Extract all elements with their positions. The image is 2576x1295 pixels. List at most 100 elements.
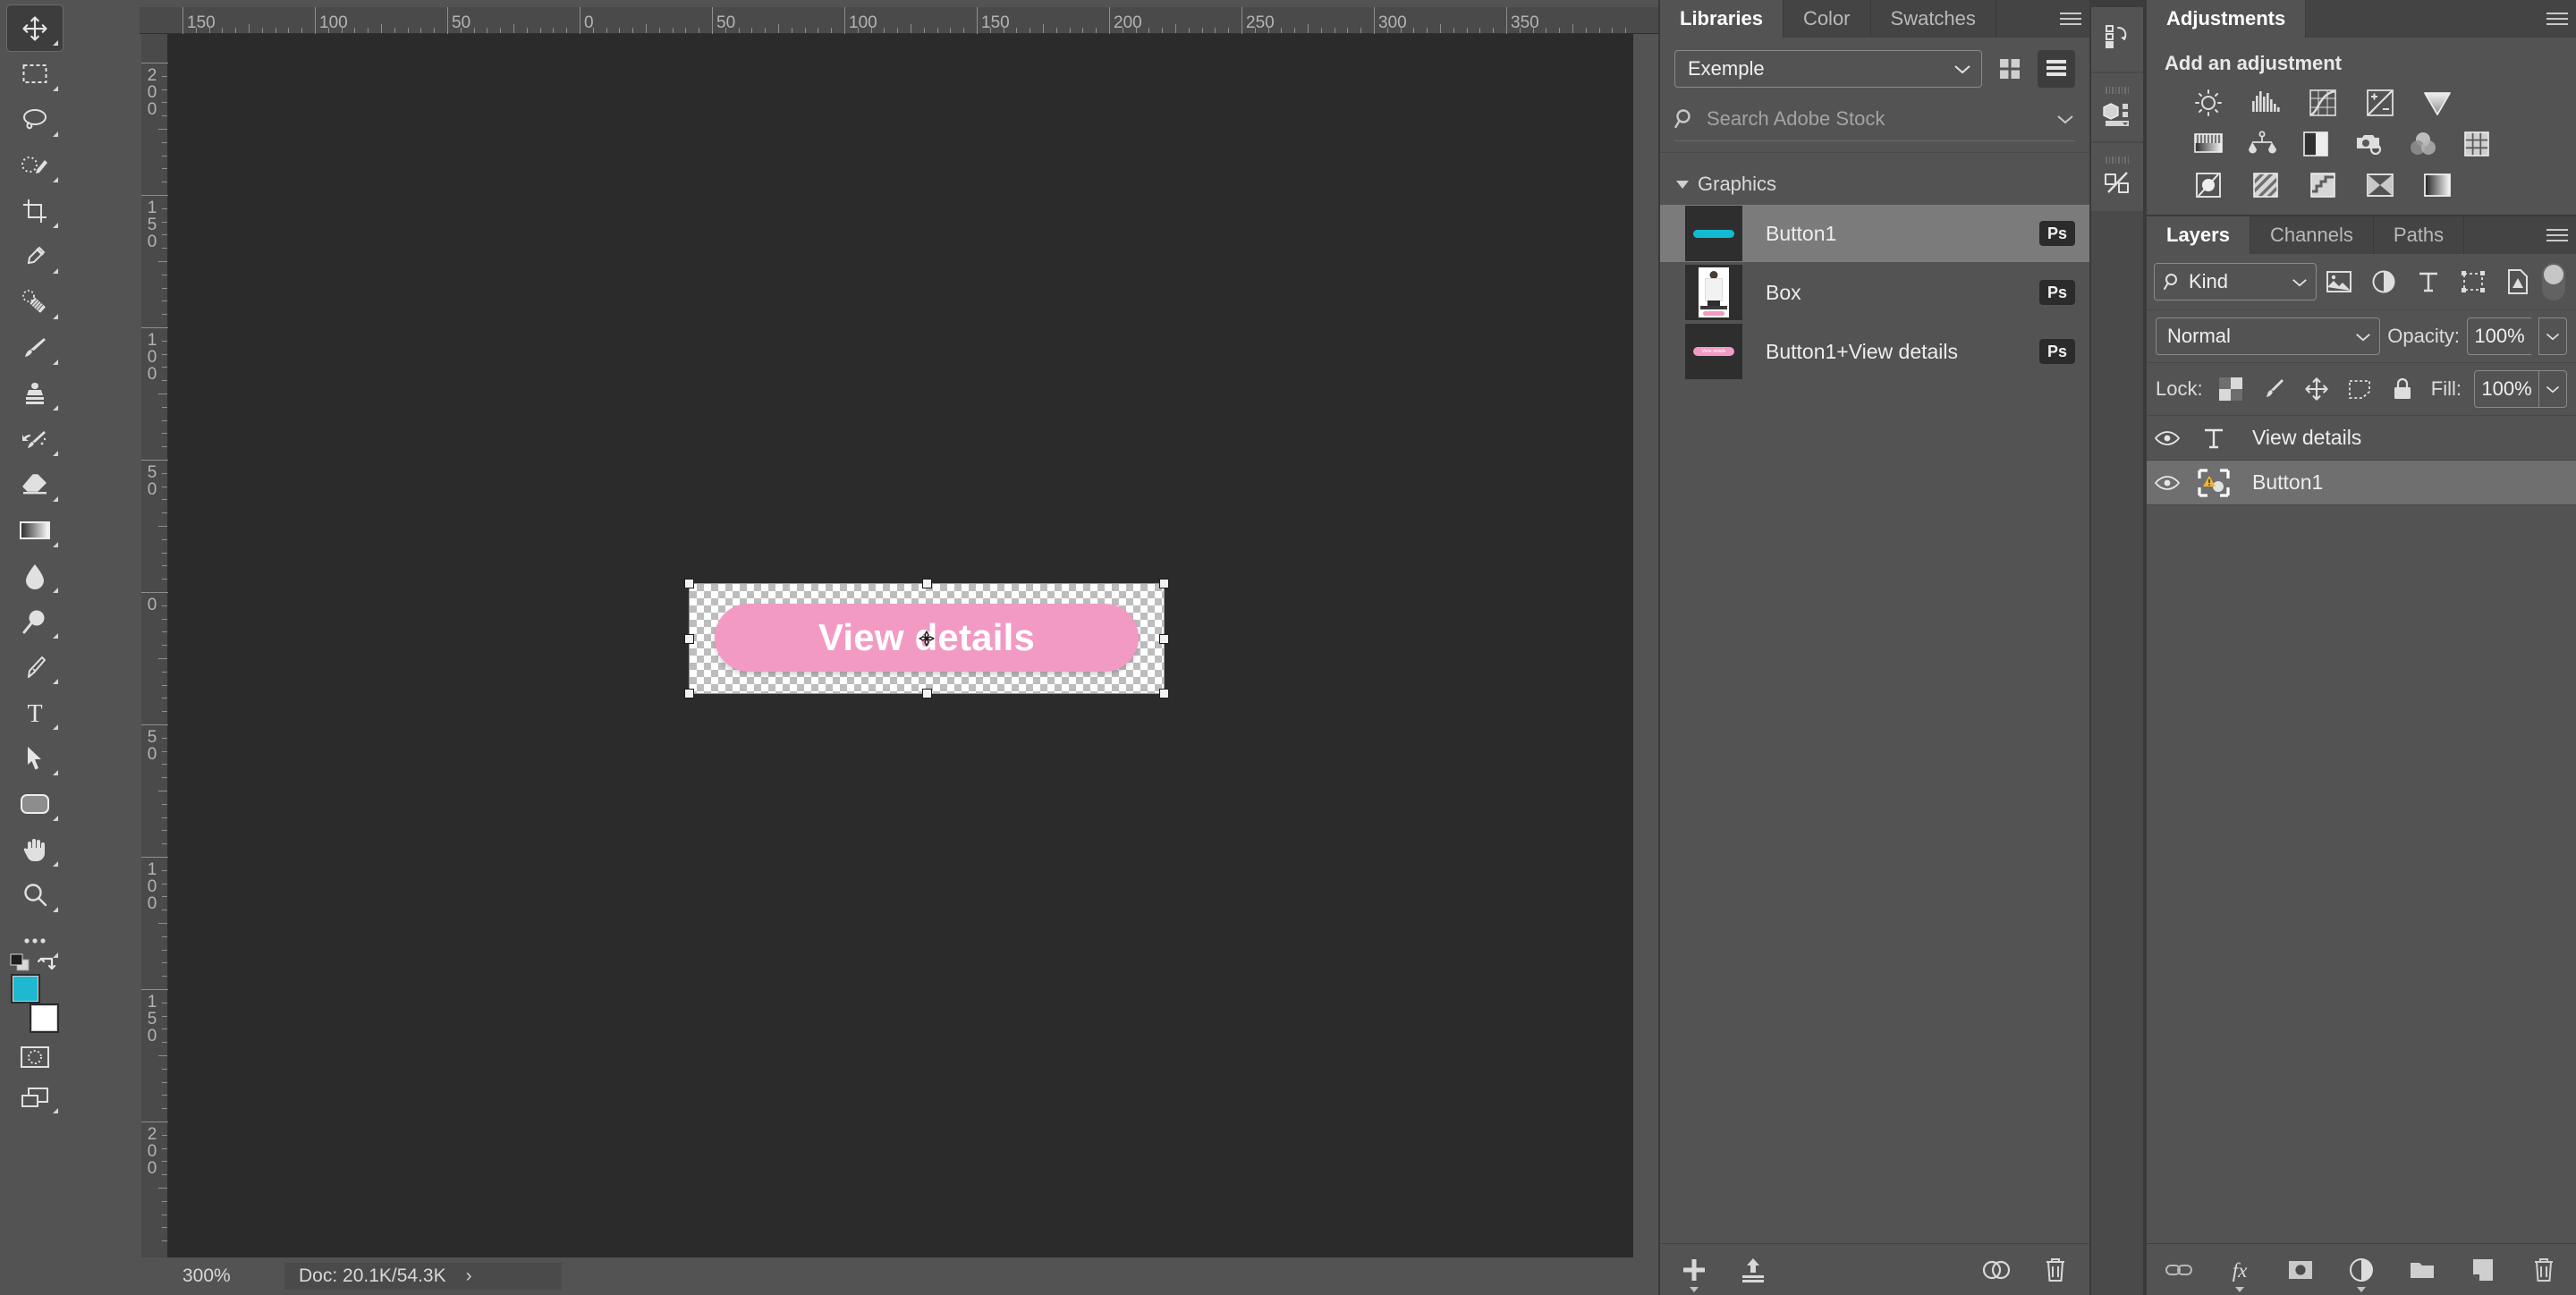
document-info-expand-icon[interactable]: › <box>466 1265 485 1287</box>
rail-item-history[interactable] <box>2091 4 2143 72</box>
invert-icon[interactable] <box>2191 168 2225 202</box>
channel-mixer-icon[interactable] <box>2406 127 2440 161</box>
tool-crop[interactable] <box>7 188 63 233</box>
tool-blur[interactable] <box>7 553 63 598</box>
opacity-stepper-button[interactable] <box>2538 317 2567 355</box>
group-graphics-header[interactable]: Graphics <box>1660 165 2089 203</box>
tab-layers[interactable]: Layers <box>2147 216 2250 254</box>
filter-smart-objects-icon[interactable] <box>2496 263 2540 300</box>
filter-pixel-layers-icon[interactable] <box>2317 263 2361 300</box>
tool-eraser[interactable] <box>7 461 63 507</box>
upload-to-library-button[interactable] <box>1737 1254 1769 1286</box>
handle-top-center[interactable] <box>921 579 932 588</box>
layer-filter-toggle[interactable] <box>2542 263 2565 300</box>
gradient-map-icon[interactable] <box>2420 168 2454 202</box>
zoom-level-field[interactable]: 300% <box>168 1257 284 1295</box>
lock-all-icon[interactable] <box>2387 374 2418 404</box>
grid-view-button[interactable] <box>1991 50 2029 88</box>
tool-brush[interactable] <box>7 325 63 370</box>
tool-rectangular-marquee[interactable] <box>7 51 63 97</box>
fill-stepper-button[interactable] <box>2538 370 2567 408</box>
horizontal-ruler[interactable]: 150 100 50 0 50 100 150 200 250 300 350 <box>140 7 1658 34</box>
opacity-value-field[interactable]: 100% <box>2467 317 2531 355</box>
tool-path-selection[interactable] <box>7 735 63 781</box>
selective-color-icon[interactable] <box>2363 168 2397 202</box>
lock-transparent-pixels-icon[interactable] <box>2216 374 2246 404</box>
tool-zoom[interactable] <box>7 872 63 918</box>
layer-thumbnail[interactable] <box>2188 426 2240 451</box>
new-adjustment-layer-button[interactable] <box>2345 1254 2377 1292</box>
transform-selection[interactable]: View details <box>684 579 1169 698</box>
tool-lasso[interactable] <box>7 97 63 142</box>
handle-bottom-right[interactable] <box>1159 689 1169 698</box>
library-select[interactable]: Exemple <box>1674 50 1982 88</box>
levels-icon[interactable] <box>2249 86 2283 120</box>
swap-colors-icon[interactable] <box>37 952 61 977</box>
color-balance-icon[interactable] <box>2245 127 2279 161</box>
curves-icon[interactable] <box>2306 86 2340 120</box>
creative-cloud-link-button[interactable] <box>1980 1254 2012 1286</box>
layer-style-button[interactable]: fx <box>2224 1254 2256 1292</box>
handle-middle-right[interactable] <box>1159 633 1169 644</box>
tool-clone-stamp[interactable] <box>7 370 63 416</box>
color-lookup-icon[interactable] <box>2460 127 2494 161</box>
lock-artboard-nesting-icon[interactable] <box>2344 374 2375 404</box>
brightness-contrast-icon[interactable] <box>2191 86 2225 120</box>
library-asset-row[interactable]: Button1 Ps <box>1660 205 2089 262</box>
tool-gradient[interactable] <box>7 507 63 553</box>
list-view-button[interactable] <box>2038 50 2075 88</box>
handle-bottom-center[interactable] <box>921 689 932 698</box>
layer-row[interactable]: View details <box>2147 416 2576 461</box>
rail-item-3d[interactable] <box>2091 73 2143 141</box>
handle-bottom-left[interactable] <box>684 689 694 698</box>
transform-reference-point[interactable] <box>918 630 936 648</box>
layer-thumbnail[interactable] <box>2188 468 2240 498</box>
tool-pen[interactable] <box>7 644 63 690</box>
filter-adjustment-layers-icon[interactable] <box>2361 263 2406 300</box>
tab-swatches[interactable]: Swatches <box>1870 0 1996 38</box>
filter-type-layers-icon[interactable] <box>2406 263 2451 300</box>
search-chevron-down-icon[interactable] <box>2055 113 2075 125</box>
search-input[interactable] <box>1707 106 2045 131</box>
background-color-swatch[interactable] <box>30 1003 59 1033</box>
default-colors-icon[interactable] <box>9 952 32 977</box>
new-group-button[interactable] <box>2406 1254 2438 1286</box>
delete-library-item-button[interactable] <box>2039 1254 2072 1286</box>
add-layer-mask-button[interactable] <box>2284 1254 2317 1286</box>
library-asset-row[interactable]: View details Button1+View details Ps <box>1660 323 2089 380</box>
layer-visibility-toggle[interactable] <box>2147 430 2188 446</box>
tab-paths[interactable]: Paths <box>2373 216 2465 254</box>
handle-middle-left[interactable] <box>684 633 694 644</box>
photo-filter-icon[interactable] <box>2352 127 2386 161</box>
libraries-panel-menu-button[interactable] <box>2052 0 2089 38</box>
layer-filter-kind-select[interactable]: Kind <box>2154 263 2317 300</box>
vertical-ruler[interactable]: 200 150 100 50 0 50 100 150 200 <box>141 34 168 1257</box>
tool-spot-healing-brush[interactable] <box>7 279 63 325</box>
document-info-field[interactable]: Doc: 20.1K/54.3K › <box>284 1263 562 1290</box>
layers-panel-menu-button[interactable] <box>2538 216 2576 254</box>
blend-mode-select[interactable]: Normal <box>2156 317 2381 355</box>
adobe-stock-search-row[interactable] <box>1674 102 2075 141</box>
tool-history-brush[interactable] <box>7 416 63 461</box>
delete-layer-button[interactable] <box>2528 1254 2560 1286</box>
lock-position-icon[interactable] <box>2301 374 2332 404</box>
quick-mask-toggle[interactable] <box>7 1037 63 1078</box>
tab-channels[interactable]: Channels <box>2250 216 2374 254</box>
foreground-color-swatch[interactable] <box>11 974 40 1003</box>
handle-top-right[interactable] <box>1159 579 1169 588</box>
link-layers-button[interactable] <box>2163 1254 2195 1286</box>
add-content-button[interactable] <box>1678 1254 1710 1292</box>
black-white-icon[interactable] <box>2299 127 2333 161</box>
rail-item-actions[interactable] <box>2091 143 2143 211</box>
tool-horizontal-type[interactable]: T <box>7 690 63 735</box>
layer-visibility-toggle[interactable] <box>2147 475 2188 491</box>
tool-eyedropper[interactable] <box>7 233 63 279</box>
new-layer-button[interactable] <box>2467 1254 2499 1286</box>
tool-rectangle[interactable] <box>7 781 63 826</box>
filter-shape-layers-icon[interactable] <box>2451 263 2496 300</box>
vibrance-icon[interactable] <box>2420 86 2454 120</box>
tool-hand[interactable] <box>7 826 63 872</box>
screen-mode-toggle[interactable] <box>7 1078 63 1119</box>
handle-top-left[interactable] <box>684 579 694 588</box>
tool-move[interactable] <box>6 4 64 52</box>
